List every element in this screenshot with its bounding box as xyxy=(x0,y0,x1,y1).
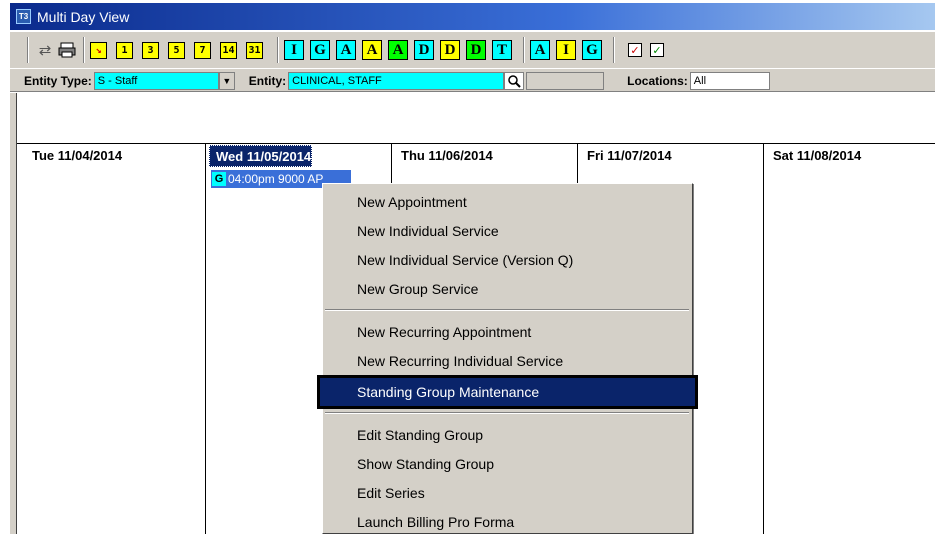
locations-label: Locations: xyxy=(627,73,688,88)
type-filter-3-button[interactable]: A xyxy=(362,40,382,60)
menu-item-show-standing-group[interactable]: Show Standing Group xyxy=(323,450,692,478)
type-filter-8-button[interactable]: T xyxy=(492,40,512,60)
entity-id-field[interactable] xyxy=(526,71,605,90)
toolbar-separator xyxy=(613,37,615,63)
type-filter-2-1-button[interactable]: I xyxy=(556,40,576,60)
check-icon[interactable]: ✓ xyxy=(628,43,642,57)
search-icon[interactable] xyxy=(504,71,525,90)
app-icon: T3 xyxy=(16,9,31,24)
day-header-tue[interactable]: Tue 11/04/2014 xyxy=(26,145,122,167)
chevron-down-icon[interactable]: ▼ xyxy=(218,71,235,90)
toolbar-separator xyxy=(523,37,525,63)
type-filter-7-button[interactable]: D xyxy=(466,40,486,60)
type-filter-6-button[interactable]: D xyxy=(440,40,460,60)
check-icon[interactable]: ✓ xyxy=(650,43,664,57)
toolbar: ⇄ ↘ 1 3 5 7 14 31 IGAAADDDT AIG ✓ ✓ Enti… xyxy=(10,32,935,92)
view-7-day-button[interactable]: 7 xyxy=(194,41,211,59)
type-filter-group-2: AIG xyxy=(530,40,608,60)
menu-item-new-group-service[interactable]: New Group Service xyxy=(323,275,692,303)
type-filter-2-button[interactable]: A xyxy=(336,40,356,60)
day-column-divider xyxy=(763,143,764,534)
view-1-day-button[interactable]: 1 xyxy=(116,41,133,59)
type-filter-5-button[interactable]: D xyxy=(414,40,434,60)
view-3-day-button[interactable]: 3 xyxy=(142,41,159,59)
view-31-day-button[interactable]: 31 xyxy=(246,41,263,59)
type-filter-2-0-button[interactable]: A xyxy=(530,40,550,60)
menu-item-new-individual-service[interactable]: New Individual Service xyxy=(323,217,692,245)
refresh-icon[interactable]: ⇄ xyxy=(34,39,56,61)
entity-type-select[interactable]: S - Staff xyxy=(93,71,219,90)
calendar-top-line xyxy=(17,143,935,144)
day-column-divider xyxy=(205,143,206,534)
filter-row: Entity Type: S - Staff ▼ Entity: CLINICA… xyxy=(10,68,935,92)
view-5-day-button[interactable]: 5 xyxy=(168,41,185,59)
type-filter-1-button[interactable]: G xyxy=(310,40,330,60)
locations-field[interactable]: All xyxy=(689,71,770,90)
menu-item-new-appointment[interactable]: New Appointment xyxy=(323,188,692,216)
view-14-day-button[interactable]: 14 xyxy=(220,41,237,59)
toolbar-separator xyxy=(83,37,85,63)
day-header-wed[interactable]: Wed 11/05/2014 xyxy=(209,145,313,167)
menu-separator xyxy=(325,309,689,311)
menu-separator xyxy=(325,412,689,414)
type-filter-group: IGAAADDDT xyxy=(284,40,518,60)
menu-item-launch-billing-pro-forma[interactable]: Launch Billing Pro Forma xyxy=(323,508,692,534)
calendar-left-border xyxy=(10,93,17,534)
menu-item-new-recurring-appointment[interactable]: New Recurring Appointment xyxy=(323,318,692,346)
type-filter-4-button[interactable]: A xyxy=(388,40,408,60)
print-icon[interactable] xyxy=(56,39,78,61)
toolbar-separator xyxy=(27,37,29,63)
day-header-thu[interactable]: Thu 11/06/2014 xyxy=(395,145,493,167)
type-filter-0-button[interactable]: I xyxy=(284,40,304,60)
group-badge-icon: G xyxy=(212,172,226,186)
today-icon[interactable]: ↘ xyxy=(90,41,107,59)
entity-field[interactable]: CLINICAL, STAFF xyxy=(288,71,505,90)
menu-item-standing-group-maintenance[interactable]: Standing Group Maintenance xyxy=(317,375,698,409)
entity-label: Entity: xyxy=(248,73,287,88)
context-menu: New Appointment New Individual Service N… xyxy=(317,183,698,534)
menu-item-new-recurring-individual-service[interactable]: New Recurring Individual Service xyxy=(323,347,692,375)
menu-item-edit-series[interactable]: Edit Series xyxy=(323,479,692,507)
window-titlebar: T3 Multi Day View xyxy=(10,3,935,30)
tool-strip: ⇄ ↘ 1 3 5 7 14 31 IGAAADDDT AIG ✓ ✓ xyxy=(10,32,935,68)
toolbar-separator xyxy=(277,37,279,63)
day-header-fri[interactable]: Fri 11/07/2014 xyxy=(581,145,672,167)
entity-type-label: Entity Type: xyxy=(24,73,92,88)
type-filter-2-2-button[interactable]: G xyxy=(582,40,602,60)
appointment-text: 04:00pm 9000 AP xyxy=(228,172,324,186)
menu-item-new-individual-service-version-q[interactable]: New Individual Service (Version Q) xyxy=(323,246,692,274)
window-title: Multi Day View xyxy=(37,8,130,25)
day-header-sat[interactable]: Sat 11/08/2014 xyxy=(767,145,861,167)
menu-item-edit-standing-group[interactable]: Edit Standing Group xyxy=(323,421,692,449)
